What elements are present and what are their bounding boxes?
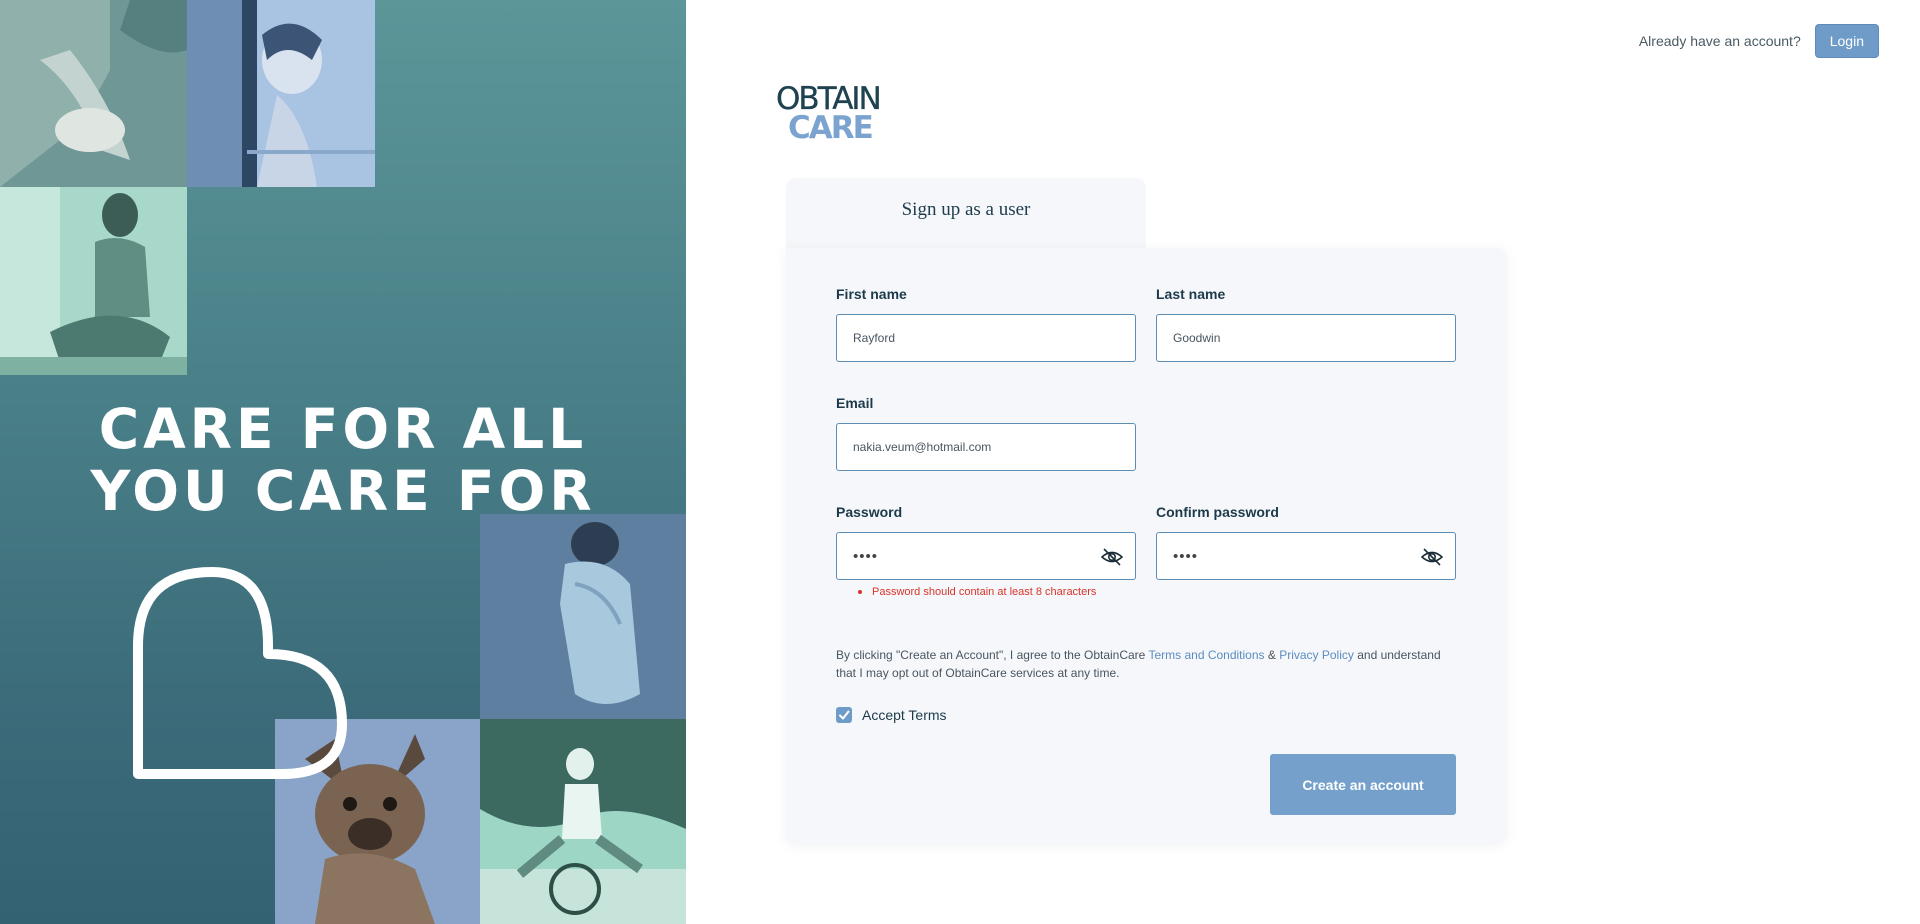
hero-tagline: CARE FOR ALL YOU CARE FOR: [0, 398, 686, 522]
photo-man-bicycle: [480, 719, 686, 924]
last-name-box: [1156, 314, 1456, 362]
email-field[interactable]: [837, 424, 1135, 470]
logo-line-care: CARE: [788, 110, 874, 146]
accept-terms-row: Accept Terms: [836, 707, 947, 723]
obtaincare-logo: OBTAIN CARE: [776, 83, 882, 146]
accept-terms-label: Accept Terms: [862, 707, 947, 723]
tagline-line-1: CARE FOR ALL: [98, 397, 588, 461]
confirm-password-group: Confirm password: [1156, 504, 1456, 580]
password-label: Password: [836, 504, 903, 520]
photo-woman-meditating: [0, 187, 187, 375]
password-field[interactable]: [837, 533, 1135, 579]
email-group: Email: [836, 395, 1136, 471]
tab-sign-up-user[interactable]: Sign up as a user: [786, 178, 1146, 248]
first-name-field[interactable]: [837, 315, 1135, 361]
email-label: Email: [836, 395, 874, 411]
last-name-group: Last name: [1156, 286, 1456, 362]
confirm-password-box: [1156, 532, 1456, 580]
consent-text-amp: &: [1264, 648, 1280, 662]
create-account-button[interactable]: Create an account: [1270, 754, 1456, 815]
last-name-label: Last name: [1156, 286, 1226, 302]
privacy-policy-link[interactable]: Privacy Policy: [1279, 648, 1354, 662]
first-name-label: First name: [836, 286, 907, 302]
email-box: [836, 423, 1136, 471]
photo-woman-car-window: [187, 0, 375, 187]
login-prompt: Already have an account? Login: [1639, 24, 1879, 58]
password-box: [836, 532, 1136, 580]
first-name-box: [836, 314, 1136, 362]
terms-consent-text: By clicking "Create an Account", I agree…: [836, 646, 1456, 682]
already-have-account-text: Already have an account?: [1638, 33, 1801, 49]
tab-label: Sign up as a user: [901, 199, 1031, 220]
confirm-password-label: Confirm password: [1156, 504, 1279, 520]
tagline-line-2: YOU CARE FOR: [90, 459, 596, 523]
accept-terms-checkbox[interactable]: [836, 707, 852, 723]
heart-outline-icon: [133, 567, 347, 779]
consent-text-start: By clicking "Create an Account", I agree…: [836, 648, 1149, 662]
first-name-group: First name: [836, 286, 1136, 362]
signup-form: First name Last name Email Password Conf…: [786, 248, 1506, 843]
eye-slash-icon[interactable]: [1421, 547, 1443, 567]
photo-holding-hands: [0, 0, 187, 187]
photo-sleeping-baby: [480, 514, 686, 719]
confirm-password-field[interactable]: [1157, 533, 1455, 579]
login-button[interactable]: Login: [1814, 24, 1879, 58]
terms-and-conditions-link[interactable]: Terms and Conditions: [1148, 648, 1264, 662]
hero-panel: CARE FOR ALL YOU CARE FOR: [0, 0, 686, 924]
password-error-message: Password should contain at least 8 chara…: [857, 586, 1097, 598]
last-name-field[interactable]: [1157, 315, 1455, 361]
eye-slash-icon[interactable]: [1101, 547, 1123, 567]
password-group: Password: [836, 504, 1136, 580]
checkmark-icon: [839, 710, 850, 720]
